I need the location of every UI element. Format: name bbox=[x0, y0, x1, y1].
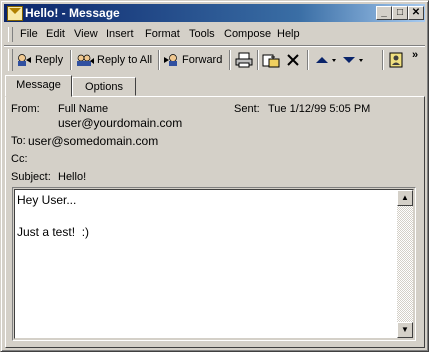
title-bar[interactable]: Hello! - Message _ □ ✕ bbox=[4, 4, 425, 22]
message-window: Hello! - Message _ □ ✕ File Edit View In… bbox=[0, 0, 429, 352]
print-button[interactable] bbox=[235, 51, 256, 69]
previous-button[interactable] bbox=[315, 51, 340, 69]
toolbar-separator bbox=[382, 50, 384, 70]
envelope-icon bbox=[7, 6, 23, 21]
sent-label: Sent: bbox=[234, 103, 260, 115]
to-value: user@somedomain.com bbox=[28, 134, 159, 148]
address-book-button[interactable] bbox=[388, 51, 407, 69]
scroll-down-button[interactable]: ▼ bbox=[397, 322, 413, 338]
copy-folder-icon bbox=[262, 54, 280, 68]
down-arrow-icon bbox=[343, 57, 363, 64]
message-body[interactable]: Hey User... Just a test! :) ▲ ▼ bbox=[12, 187, 416, 341]
forward-button[interactable]: Forward bbox=[163, 51, 222, 69]
menu-view[interactable]: View bbox=[74, 28, 98, 40]
minimize-button[interactable]: _ bbox=[376, 6, 392, 20]
close-button[interactable]: ✕ bbox=[408, 6, 424, 20]
from-email: user@yourdomain.com bbox=[58, 116, 183, 130]
reply-button[interactable]: Reply bbox=[16, 51, 63, 69]
toolbar-overflow-chevron[interactable]: » bbox=[412, 49, 418, 61]
toolbar-separator bbox=[158, 50, 160, 70]
subject-value: Hello! bbox=[58, 171, 87, 183]
to-label: To: bbox=[11, 135, 26, 147]
next-button[interactable] bbox=[342, 51, 367, 69]
body-line-1: Hey User... bbox=[17, 193, 77, 207]
tab-message[interactable]: Message bbox=[5, 75, 72, 97]
delete-icon bbox=[287, 54, 299, 66]
printer-icon bbox=[235, 52, 253, 68]
toolbar-separator bbox=[70, 50, 72, 70]
cc-label: Cc: bbox=[11, 153, 28, 165]
menu-bar: File Edit View Insert Format Tools Compo… bbox=[6, 25, 424, 44]
address-book-icon bbox=[389, 52, 403, 68]
message-body-area[interactable]: Hey User... Just a test! :) ▲ ▼ bbox=[14, 189, 414, 339]
menu-edit[interactable]: Edit bbox=[46, 28, 65, 40]
reply-all-icon bbox=[77, 54, 94, 67]
maximize-button[interactable]: □ bbox=[392, 6, 408, 20]
toolbar-grip[interactable] bbox=[8, 49, 13, 71]
menu-grip[interactable] bbox=[8, 27, 13, 42]
subject-label: Subject: bbox=[11, 171, 51, 183]
forward-icon bbox=[164, 54, 177, 67]
menu-compose[interactable]: Compose bbox=[224, 28, 271, 40]
forward-label: Forward bbox=[182, 54, 223, 66]
from-name: Full Name bbox=[58, 103, 109, 115]
menu-format[interactable]: Format bbox=[145, 28, 180, 40]
delete-button[interactable] bbox=[286, 51, 303, 69]
toolbar: Reply Reply to All Forward » bbox=[6, 47, 424, 73]
reply-all-label: Reply to All bbox=[97, 54, 153, 66]
reply-label: Reply bbox=[35, 54, 64, 66]
vertical-scrollbar[interactable]: ▲ ▼ bbox=[397, 190, 413, 338]
copy-to-folder-button[interactable] bbox=[262, 51, 283, 69]
toolbar-separator bbox=[307, 50, 309, 70]
message-body-text: Hey User... Just a test! :) bbox=[17, 192, 89, 240]
from-label: From: bbox=[11, 103, 40, 115]
scroll-up-button[interactable]: ▲ bbox=[397, 190, 413, 206]
menu-file[interactable]: File bbox=[20, 28, 38, 40]
menu-insert[interactable]: Insert bbox=[106, 28, 134, 40]
menu-help[interactable]: Help bbox=[277, 28, 300, 40]
toolbar-separator bbox=[229, 50, 231, 70]
tab-options[interactable]: Options bbox=[72, 77, 136, 96]
reply-icon bbox=[18, 54, 31, 67]
reply-all-button[interactable]: Reply to All bbox=[76, 51, 152, 69]
body-line-2: Just a test! :) bbox=[17, 225, 90, 239]
up-arrow-icon bbox=[316, 57, 336, 64]
toolbar-separator bbox=[257, 50, 259, 70]
sent-value: Tue 1/12/99 5:05 PM bbox=[268, 103, 371, 115]
window-title: Hello! - Message bbox=[25, 6, 120, 20]
tab-strip: Message Options bbox=[5, 75, 425, 97]
menu-tools[interactable]: Tools bbox=[189, 28, 215, 40]
